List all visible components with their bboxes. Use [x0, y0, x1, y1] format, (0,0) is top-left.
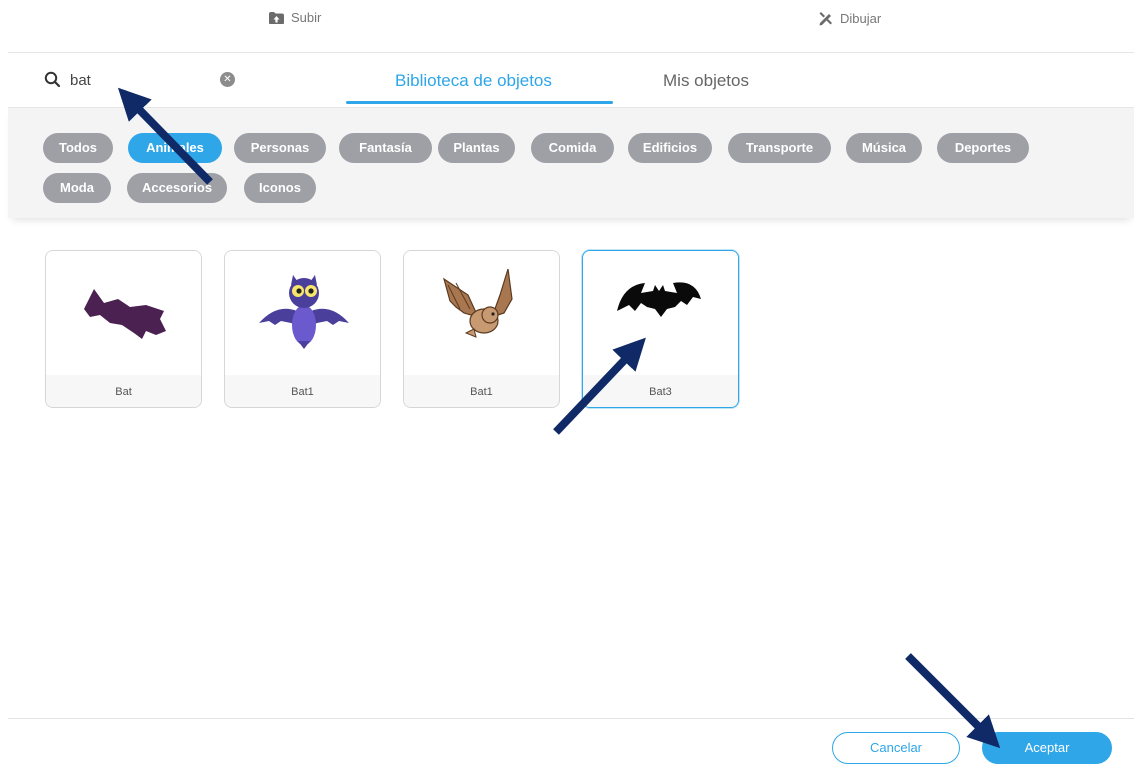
search-box: ✕ — [44, 69, 239, 93]
sprite-card-selected[interactable]: Bat3 — [582, 250, 739, 408]
footer-divider — [8, 718, 1134, 719]
bat-brown-icon — [442, 268, 513, 338]
tab-my-sprites[interactable]: Mis objetos — [663, 71, 749, 91]
filter-accesorios[interactable]: Accesorios — [127, 173, 227, 203]
arrow-to-accept — [905, 653, 1001, 749]
sprite-card[interactable]: Bat1 — [403, 250, 560, 408]
filter-comida[interactable]: Comida — [531, 133, 614, 163]
upload-label: Subir — [291, 10, 322, 25]
sprite-thumbnail — [404, 251, 559, 375]
draw-button[interactable]: Dibujar — [818, 10, 881, 26]
filter-edificios[interactable]: Edificios — [628, 133, 712, 163]
category-filters: Todos Animales Personas Fantasía Plantas… — [8, 108, 1134, 218]
sprite-thumbnail — [225, 251, 380, 375]
draw-icon — [819, 12, 832, 26]
top-bar: Subir Dibujar — [0, 0, 1134, 53]
filter-fantasia[interactable]: Fantasía — [339, 133, 432, 163]
filter-musica[interactable]: Música — [846, 133, 922, 163]
filter-deportes[interactable]: Deportes — [937, 133, 1029, 163]
filter-todos[interactable]: Todos — [43, 133, 113, 163]
filter-personas[interactable]: Personas — [234, 133, 326, 163]
bat-cartoon-blue-icon — [259, 275, 349, 349]
sprite-name: Bat1 — [225, 375, 380, 407]
sprite-name: Bat3 — [583, 375, 738, 407]
upload-button[interactable]: Subir — [268, 10, 321, 25]
sprite-thumbnail — [583, 251, 738, 375]
sprite-name: Bat1 — [404, 375, 559, 407]
tab-library[interactable]: Biblioteca de objetos — [395, 71, 552, 91]
sprite-name: Bat — [46, 375, 201, 407]
clear-search-icon[interactable]: ✕ — [220, 72, 235, 87]
sprite-thumbnail — [46, 251, 201, 375]
filter-iconos[interactable]: Iconos — [244, 173, 316, 203]
active-tab-indicator — [346, 101, 613, 104]
filter-transporte[interactable]: Transporte — [728, 133, 831, 163]
bat-black-silhouette-icon — [617, 282, 701, 317]
search-icon — [44, 71, 61, 88]
bat-purple-silhouette-icon — [84, 289, 166, 339]
sprite-card[interactable]: Bat — [45, 250, 202, 408]
filter-plantas[interactable]: Plantas — [438, 133, 515, 163]
accept-button[interactable]: Aceptar — [982, 732, 1112, 764]
cancel-button[interactable]: Cancelar — [832, 732, 960, 764]
upload-icon — [269, 11, 284, 24]
sprite-card[interactable]: Bat1 — [224, 250, 381, 408]
draw-label: Dibujar — [840, 10, 882, 26]
search-input[interactable] — [70, 69, 200, 91]
library-header: ✕ Biblioteca de objetos Mis objetos — [8, 53, 1134, 108]
filter-moda[interactable]: Moda — [43, 173, 111, 203]
filter-animales[interactable]: Animales — [128, 133, 222, 163]
